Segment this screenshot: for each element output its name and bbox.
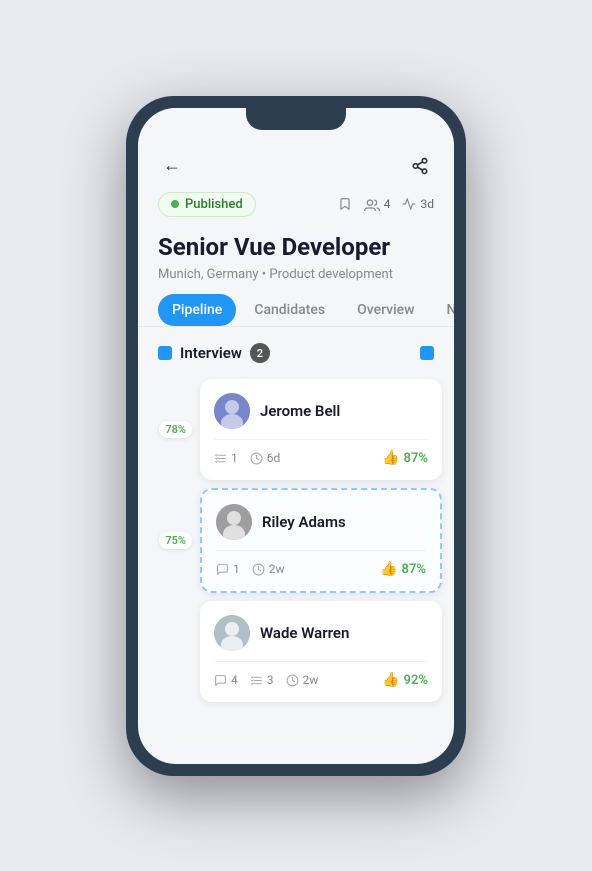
tasks-item-wade: 3 <box>250 673 274 687</box>
candidate-name-riley: Riley Adams <box>262 513 346 531</box>
candidate-header-wade: Wade Warren <box>214 615 428 651</box>
bookmark-action[interactable] <box>338 197 352 211</box>
team-count: 4 <box>384 197 391 211</box>
stage-header: Interview 2 <box>138 343 454 375</box>
match-score-riley: 👍 87% <box>380 561 426 577</box>
thumb-icon-wade: 👍 <box>382 672 399 688</box>
clock-icon-jerome <box>250 452 263 465</box>
divider-wade <box>214 661 428 662</box>
divider-riley <box>216 550 426 551</box>
time-riley: 2w <box>269 562 285 576</box>
time-jerome: 6d <box>267 451 281 465</box>
time-item: 3d <box>402 197 434 211</box>
pipeline-content: Interview 2 78% <box>138 327 454 722</box>
screen-content: ← Published <box>138 108 454 764</box>
candidate-header-jerome: Jerome Bell <box>214 393 428 429</box>
thumb-icon-jerome: 👍 <box>382 450 399 466</box>
tab-overview[interactable]: Overview <box>343 294 428 326</box>
time-wade: 2w <box>303 673 319 687</box>
time-value: 3d <box>420 197 434 211</box>
left-peek-riley: 75% <box>150 484 200 597</box>
left-peek-jerome: 78% <box>150 375 200 484</box>
comment-icon-wade <box>214 674 227 687</box>
avatar-riley <box>216 504 252 540</box>
tasks-item-jerome: 1 <box>214 451 238 465</box>
pipeline-row-wade: Wade Warren 4 <box>150 597 442 706</box>
time-item-wade: 2w <box>286 673 319 687</box>
activity-icon <box>402 197 416 211</box>
avatar-image-wade <box>214 615 250 651</box>
tabs-bar: Pipeline Candidates Overview Notes <box>138 294 454 327</box>
status-bar: Published 4 <box>138 188 454 225</box>
share-button[interactable] <box>406 152 434 180</box>
pipeline-row-jerome: 78% Jero <box>150 375 442 484</box>
avatar-wade <box>214 615 250 651</box>
card-meta-riley: 1 2w 👍 87% <box>216 561 426 577</box>
tab-pipeline[interactable]: Pipeline <box>158 294 236 326</box>
divider-jerome <box>214 439 428 440</box>
tasks-count-wade: 3 <box>267 673 274 687</box>
card-meta-jerome: 1 6d 👍 87% <box>214 450 428 466</box>
phone-notch <box>246 108 346 130</box>
match-percent-wade: 92% <box>404 673 428 688</box>
pipeline-row-riley: 75% Rile <box>150 484 442 597</box>
comments-count-riley: 1 <box>233 562 240 576</box>
comments-item-wade: 4 <box>214 673 238 687</box>
comments-item-riley: 1 <box>216 562 240 576</box>
candidate-name-jerome: Jerome Bell <box>260 402 340 420</box>
candidate-header-riley: Riley Adams <box>216 504 426 540</box>
candidate-name-wade: Wade Warren <box>260 624 349 642</box>
stage-right-indicator <box>420 346 434 360</box>
left-percent-jerome: 78% <box>159 421 192 438</box>
match-percent-jerome: 87% <box>404 451 428 466</box>
job-title: Senior Vue Developer <box>138 225 454 266</box>
clock-icon-wade <box>286 674 299 687</box>
candidate-card-wade[interactable]: Wade Warren 4 <box>200 601 442 702</box>
tasks-icon-wade <box>250 674 263 687</box>
job-department: Product development <box>269 267 393 282</box>
tab-notes[interactable]: Notes <box>433 294 454 326</box>
team-count-item: 4 <box>364 197 391 211</box>
left-peek-wade <box>150 597 200 706</box>
phone-screen: ← Published <box>138 108 454 764</box>
comment-icon-riley <box>216 563 229 576</box>
tab-candidates[interactable]: Candidates <box>240 294 339 326</box>
candidate-card-riley[interactable]: Riley Adams 1 <box>200 488 442 593</box>
stage-count-badge: 2 <box>250 343 270 363</box>
tasks-icon-jerome <box>214 452 227 465</box>
card-meta-wade: 4 3 <box>214 672 428 688</box>
bookmark-icon <box>338 197 352 211</box>
cards-area: 78% Jero <box>138 375 454 706</box>
left-percent-riley: 75% <box>159 532 192 549</box>
comments-count-wade: 4 <box>231 673 238 687</box>
avatar-jerome <box>214 393 250 429</box>
avatar-image-jerome <box>214 393 250 429</box>
candidate-card-jerome[interactable]: Jerome Bell 1 <box>200 379 442 480</box>
status-text: Published <box>185 197 243 212</box>
phone-frame: ← Published <box>126 96 466 776</box>
team-icon <box>364 197 380 211</box>
time-item-jerome: 6d <box>250 451 281 465</box>
avatar-image-riley <box>216 504 252 540</box>
status-dot <box>171 200 179 208</box>
clock-icon-riley <box>252 563 265 576</box>
status-actions: 4 3d <box>338 197 434 211</box>
time-item-riley: 2w <box>252 562 285 576</box>
published-badge: Published <box>158 192 256 217</box>
stage-name: Interview <box>180 344 242 362</box>
thumb-icon-riley: 👍 <box>380 561 397 577</box>
match-score-wade: 👍 92% <box>382 672 428 688</box>
tasks-count-jerome: 1 <box>231 451 238 465</box>
job-meta: Munich, Germany • Product development <box>138 265 454 294</box>
stage-color-indicator <box>158 346 172 360</box>
job-location: Munich, Germany <box>158 267 259 282</box>
back-button[interactable]: ← <box>158 152 186 180</box>
match-percent-riley: 87% <box>402 562 426 577</box>
match-score-jerome: 👍 87% <box>382 450 428 466</box>
